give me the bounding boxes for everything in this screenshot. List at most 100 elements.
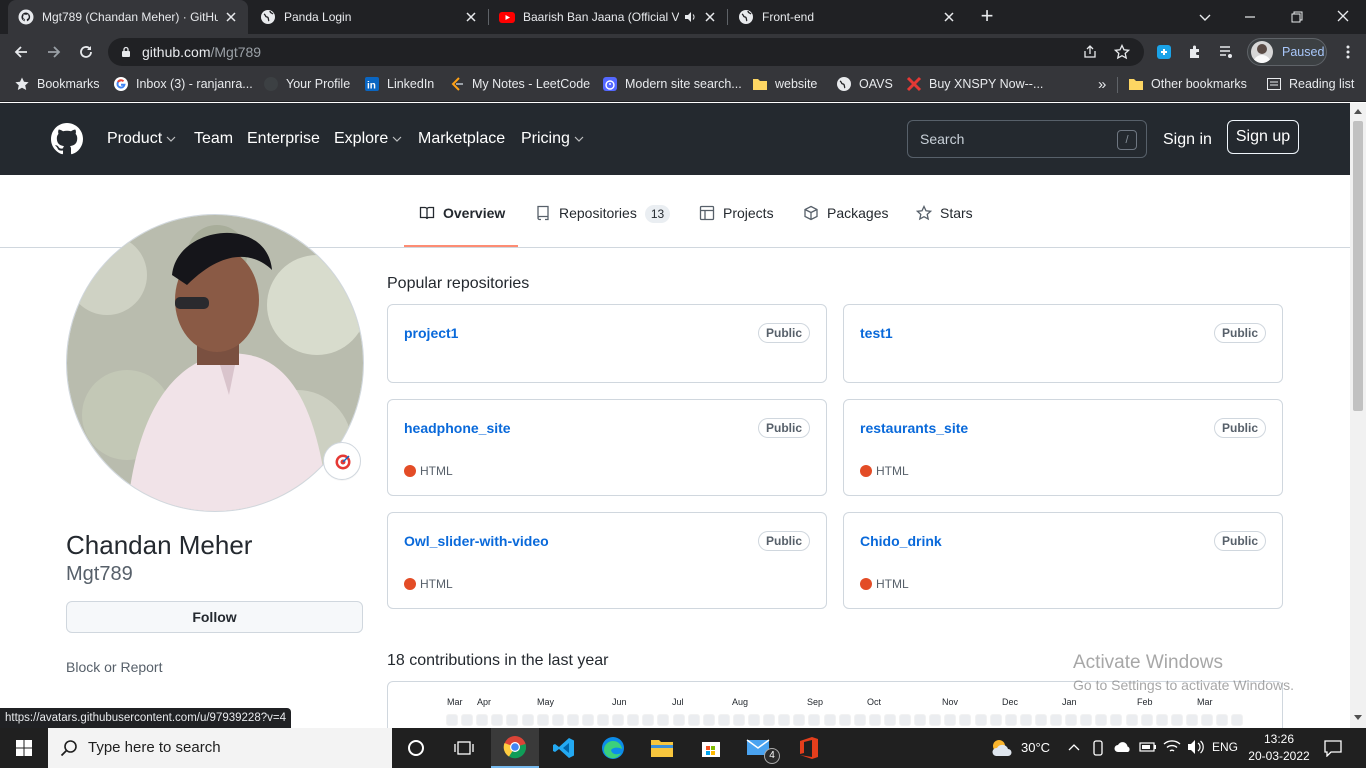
more-bookmarks-button[interactable]: » [1098, 70, 1106, 98]
speaker-icon[interactable] [683, 10, 697, 24]
contribution-cell[interactable] [627, 714, 640, 726]
back-icon[interactable] [12, 43, 30, 61]
new-tab-button[interactable]: + [976, 4, 998, 30]
close-icon[interactable] [942, 10, 956, 24]
contribution-cell[interactable] [642, 714, 655, 726]
nav-team[interactable]: Team [194, 103, 233, 175]
follow-button[interactable]: Follow [66, 601, 363, 633]
repo-link[interactable]: restaurants_site [860, 420, 968, 436]
tab-stars[interactable]: Stars [916, 205, 973, 247]
bookmark-star-icon[interactable] [1114, 44, 1130, 60]
repo-link[interactable]: test1 [860, 325, 893, 341]
address-bar[interactable]: github.com/Mgt789 [108, 38, 1144, 66]
contribution-cell[interactable] [1034, 714, 1047, 726]
nav-explore[interactable]: Explore [334, 103, 402, 175]
contribution-cell[interactable] [823, 714, 836, 726]
contribution-cell[interactable] [1201, 714, 1213, 726]
scroll-down-icon[interactable] [1354, 715, 1362, 721]
contribution-cell[interactable] [1065, 714, 1078, 726]
media-controls-icon[interactable] [1218, 44, 1234, 60]
input-language[interactable]: ENG [1212, 740, 1238, 754]
bookmark-your-profile[interactable]: Your Profile [263, 70, 350, 98]
contribution-cell[interactable] [763, 714, 776, 726]
contribution-cell[interactable] [899, 714, 911, 726]
contribution-cell[interactable] [808, 714, 821, 726]
contribution-cell[interactable] [989, 714, 1002, 726]
tab-youtube-video[interactable]: Baarish Ban Jaana (Official Vi [489, 0, 727, 34]
contribution-cell[interactable] [868, 714, 881, 726]
contribution-cell[interactable] [521, 714, 534, 726]
bookmark-oavs[interactable]: OAVS [836, 70, 893, 98]
github-logo-icon[interactable] [51, 123, 83, 155]
contribution-cell[interactable] [536, 714, 549, 726]
close-icon[interactable] [703, 10, 717, 24]
contribution-cell[interactable] [1125, 714, 1138, 726]
tab-projects[interactable]: Projects [699, 205, 774, 247]
contribution-cell[interactable] [446, 714, 458, 726]
contribution-cell[interactable] [838, 714, 851, 726]
contribution-cell[interactable] [944, 714, 957, 726]
contribution-cell[interactable] [702, 714, 715, 726]
lock-icon[interactable] [120, 46, 132, 58]
tab-panda-login[interactable]: Panda Login [250, 0, 488, 34]
contribution-cell[interactable] [687, 714, 700, 726]
contribution-cell[interactable] [1185, 714, 1198, 726]
window-close-icon[interactable] [1336, 9, 1350, 23]
nav-marketplace[interactable]: Marketplace [418, 103, 505, 175]
tab-front-end[interactable]: Front-end [728, 0, 966, 34]
contribution-cell[interactable] [491, 714, 504, 726]
cortana-button[interactable] [392, 728, 440, 768]
contribution-cell[interactable] [1155, 714, 1168, 726]
contribution-cell[interactable] [748, 714, 760, 726]
block-report-link[interactable]: Block or Report [66, 659, 162, 675]
restore-icon[interactable] [1290, 10, 1304, 24]
contribution-cell[interactable] [1050, 714, 1062, 726]
contribution-cell[interactable] [914, 714, 927, 726]
contribution-cell[interactable] [1170, 714, 1183, 726]
contribution-cell[interactable] [1095, 714, 1108, 726]
contribution-cell[interactable] [612, 714, 625, 726]
other-bookmarks-folder[interactable]: Other bookmarks [1128, 70, 1247, 98]
tab-github-profile[interactable]: Mgt789 (Chandan Meher) · GitHu [8, 0, 248, 34]
tab-repositories[interactable]: Repositories 13 [535, 205, 671, 247]
bookmark-folder-website[interactable]: website [752, 70, 817, 98]
extensions-puzzle-icon[interactable] [1187, 44, 1203, 60]
contribution-cell[interactable] [732, 714, 745, 726]
chevron-down-icon[interactable] [1198, 10, 1212, 24]
contribution-cell[interactable] [883, 714, 896, 726]
contribution-cell[interactable] [959, 714, 972, 726]
contribution-cell[interactable] [778, 714, 791, 726]
taskbar-file-explorer[interactable] [638, 728, 686, 768]
status-emoji-button[interactable] [323, 442, 361, 480]
nav-product[interactable]: Product [107, 103, 176, 175]
taskbar-edge[interactable] [589, 728, 637, 768]
weather-partly-cloudy-icon[interactable] [990, 738, 1014, 758]
contribution-cell[interactable] [1216, 714, 1229, 726]
contribution-cell[interactable] [853, 714, 866, 726]
contribution-cell[interactable] [581, 714, 594, 726]
start-button[interactable] [0, 728, 48, 768]
contribution-cell[interactable] [461, 714, 474, 726]
bookmark-bookmarks[interactable]: Bookmarks [14, 70, 100, 98]
bookmark-linkedin[interactable]: in LinkedIn [364, 70, 434, 98]
onedrive-cloud-icon[interactable] [1114, 740, 1132, 754]
contribution-cell[interactable] [1140, 714, 1153, 726]
chevron-up-icon[interactable] [1068, 742, 1080, 752]
close-icon[interactable] [224, 10, 238, 24]
contribution-cell[interactable] [1019, 714, 1032, 726]
bookmark-leetcode[interactable]: My Notes - LeetCode [449, 70, 590, 98]
page-scrollbar[interactable] [1350, 103, 1366, 728]
contribution-cell[interactable] [566, 714, 579, 726]
bookmark-site-search[interactable]: Modern site search... [602, 70, 742, 98]
sign-up-button[interactable]: Sign up [1227, 120, 1299, 154]
nav-pricing[interactable]: Pricing [521, 103, 584, 175]
search-input[interactable]: Search / [907, 120, 1147, 158]
contribution-cell[interactable] [974, 714, 987, 726]
contribution-cell[interactable] [717, 714, 730, 726]
taskbar-search-input[interactable]: Type here to search [48, 728, 392, 768]
taskbar-store[interactable] [687, 728, 735, 768]
taskbar-clock[interactable]: 13:26 20-03-2022 [1248, 731, 1310, 765]
contribution-cell[interactable] [1231, 714, 1244, 726]
repo-link[interactable]: project1 [404, 325, 458, 341]
volume-icon[interactable] [1186, 739, 1204, 755]
